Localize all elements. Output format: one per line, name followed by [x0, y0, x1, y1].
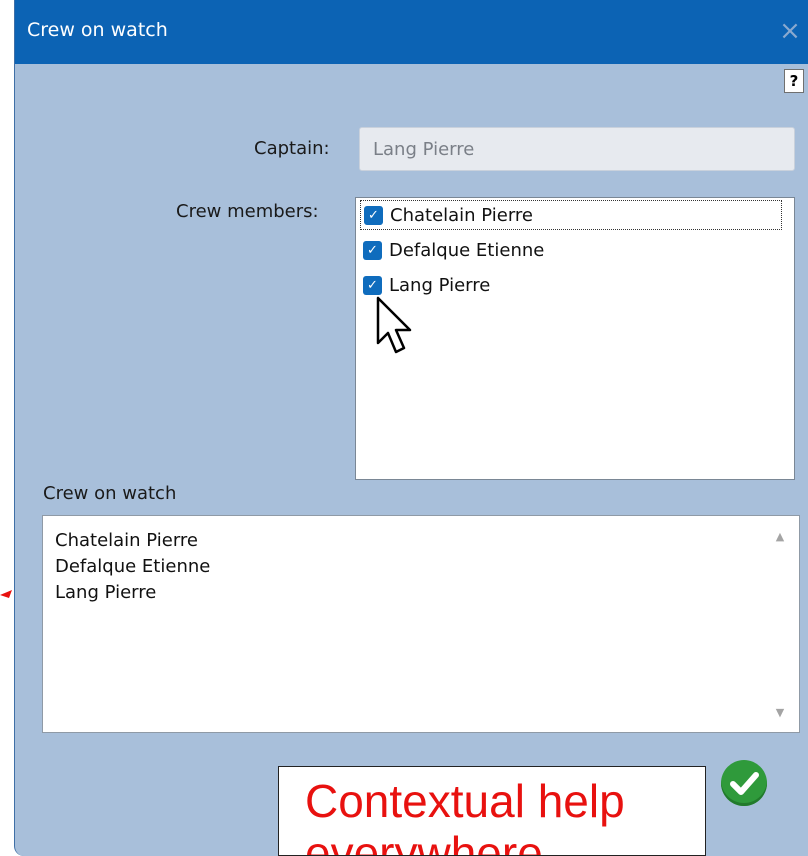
dialog-window: Crew on watch × ? Captain: Lang Pierre C…: [14, 0, 808, 856]
crew-on-watch-line: Lang Pierre: [55, 582, 157, 603]
crew-on-watch-label: Crew on watch: [43, 483, 177, 504]
crew-on-watch-line: Defalque Etienne: [55, 556, 211, 577]
check-circle-icon: [730, 772, 759, 795]
crew-members-list[interactable]: ✓ Chatelain Pierre ✓ Defalque Etienne ✓ …: [355, 197, 795, 480]
crew-on-watch-line: Chatelain Pierre: [55, 530, 198, 551]
window-title: Crew on watch: [27, 19, 168, 41]
crew-member-name: Chatelain Pierre: [390, 204, 533, 226]
crew-member-name: Lang Pierre: [389, 274, 491, 296]
checkbox-checked-icon[interactable]: ✓: [364, 205, 383, 225]
crew-member-item[interactable]: ✓ Defalque Etienne: [360, 235, 782, 265]
close-icon[interactable]: ×: [773, 14, 807, 48]
callout-arrow-icon: [0, 590, 12, 598]
help-button[interactable]: ?: [784, 69, 804, 93]
captain-field[interactable]: Lang Pierre: [359, 127, 795, 171]
crew-on-watch-lines: Chatelain Pierre Defalque Etienne Lang P…: [55, 528, 210, 606]
mouse-pointer-icon: [376, 296, 412, 354]
crew-member-name: Defalque Etienne: [389, 239, 545, 261]
crew-member-item[interactable]: ✓ Chatelain Pierre: [360, 200, 782, 230]
checkbox-checked-icon[interactable]: ✓: [363, 275, 382, 295]
contextual-help-callout: Contextual help everywhere: [278, 766, 706, 856]
scroll-up-icon[interactable]: ▲: [774, 531, 786, 542]
checkbox-checked-icon[interactable]: ✓: [363, 240, 382, 260]
captain-label: Captain:: [254, 138, 330, 159]
crew-member-item[interactable]: ✓ Lang Pierre: [360, 270, 782, 300]
crew-members-label: Crew members:: [176, 201, 319, 222]
title-bar: Crew on watch ×: [15, 0, 808, 64]
crew-on-watch-textarea[interactable]: Chatelain Pierre Defalque Etienne Lang P…: [42, 515, 800, 733]
contextual-help-text: Contextual help everywhere: [305, 775, 625, 856]
ok-button[interactable]: [721, 760, 767, 806]
scroll-down-icon[interactable]: ▼: [774, 707, 786, 718]
